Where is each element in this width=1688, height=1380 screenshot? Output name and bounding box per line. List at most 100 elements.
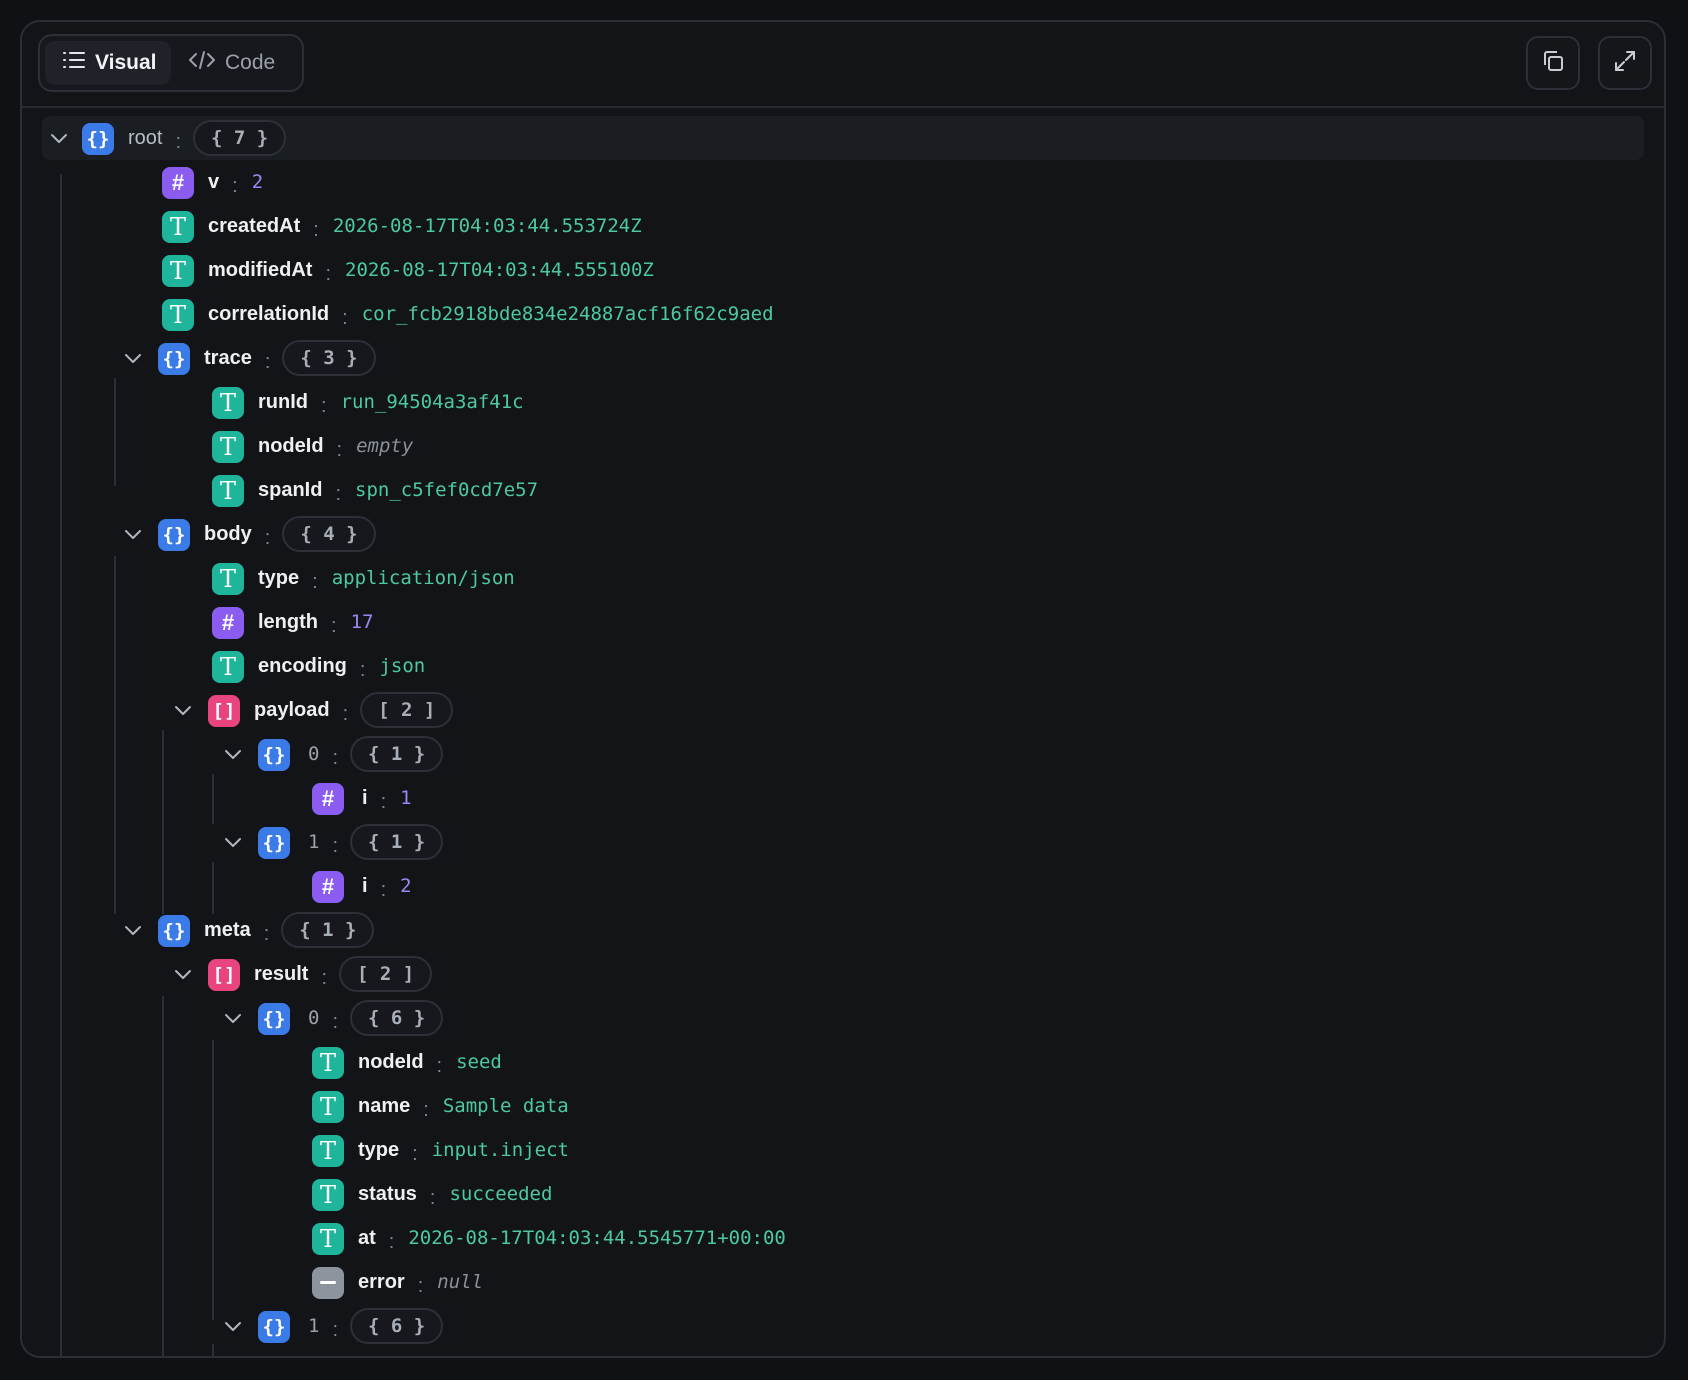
child-count-badge: { 3 } [282, 340, 376, 376]
json-tree: {} root : { 7 } # v : 2 T createdAt : 20… [22, 116, 1664, 1356]
node-key: status [358, 1182, 417, 1205]
tree-node-i[interactable]: # i : 1 [22, 776, 1664, 820]
chevron-down-icon[interactable] [122, 919, 144, 941]
tree-node-modifiedAt[interactable]: T modifiedAt : 2026-08-17T04:03:44.55510… [22, 248, 1664, 292]
string-icon: T [212, 431, 244, 463]
node-value: 2 [400, 875, 412, 897]
tree-node-result-1[interactable]: {} 1 : { 6 } [22, 1304, 1664, 1348]
visual-tab[interactable]: Visual [45, 41, 171, 85]
string-icon: T [312, 1091, 344, 1123]
string-icon: T [312, 1223, 344, 1255]
tree-node-i[interactable]: # i : 2 [22, 864, 1664, 908]
node-key: 1 [308, 1315, 320, 1337]
array-icon: [] [208, 695, 240, 727]
node-key: createdAt [208, 214, 301, 237]
tree-node-at[interactable]: T at : 2026-08-17T04:03:44.5545771+00:00 [22, 1216, 1664, 1260]
child-count-badge: { 1 } [350, 824, 444, 860]
node-key: type [358, 1138, 400, 1161]
number-icon: # [212, 607, 244, 639]
tree-node-error[interactable]: error : null [22, 1260, 1664, 1304]
node-key: v [208, 170, 220, 193]
tree-node-encoding[interactable]: T encoding : json [22, 644, 1664, 688]
tree-node-type[interactable]: T type : application/json [22, 556, 1664, 600]
child-count-badge: [ 2 ] [339, 956, 433, 992]
node-value: cor_fcb2918bde834e24887acf16f62c9aed [361, 303, 774, 325]
object-icon: {} [258, 1311, 290, 1343]
json-viewer-panel: Visual Code {} root: {7} # v: 2 T cr… [20, 20, 1666, 1358]
node-key: meta [204, 918, 251, 941]
tree-node-result-0[interactable]: {} 0 : { 6 } [22, 996, 1664, 1040]
tree-node-length[interactable]: # length : 17 [22, 600, 1664, 644]
tree-node-nodeId[interactable]: T nodeId : empty [22, 424, 1664, 468]
tree-node-payload-0[interactable]: {} 0 : { 1 } [22, 732, 1664, 776]
chevron-down-icon[interactable] [222, 1007, 244, 1029]
node-value: succeeded [449, 1183, 553, 1205]
tree-node-runId[interactable]: T runId : run_94504a3af41c [22, 380, 1664, 424]
tree-node-correlationId[interactable]: T correlationId : cor_fcb2918bde834e2488… [22, 292, 1664, 336]
tree-node-name[interactable]: T name : Sample data [22, 1084, 1664, 1128]
node-value: empty [356, 435, 414, 457]
tree-node-result[interactable]: [] result : [ 2 ] [22, 952, 1664, 996]
child-count-badge: { 4 } [282, 516, 376, 552]
node-value: spn_c5fef0cd7e57 [355, 479, 539, 501]
node-value: null [437, 1271, 484, 1293]
tree-node-payload-1[interactable]: {} 1 : { 1 } [22, 820, 1664, 864]
null-icon [312, 1267, 344, 1299]
object-icon: {} [258, 739, 290, 771]
child-count-badge: [ 2 ] [360, 692, 454, 728]
tree-node-payload[interactable]: [] payload : [ 2 ] [22, 688, 1664, 732]
expand-icon [1613, 49, 1637, 78]
chevron-down-icon[interactable] [172, 699, 194, 721]
string-icon: T [162, 211, 194, 243]
chevron-down-icon[interactable] [222, 743, 244, 765]
tree-node-type[interactable]: T type : input.inject [22, 1128, 1664, 1172]
chevron-down-icon[interactable] [222, 831, 244, 853]
chevron-down-icon[interactable] [122, 523, 144, 545]
node-value: 1 [400, 787, 412, 809]
chevron-down-icon[interactable] [48, 127, 70, 149]
number-icon: # [312, 871, 344, 903]
node-key: name [358, 1094, 411, 1117]
string-icon: T [312, 1135, 344, 1167]
code-tab[interactable]: Code [177, 41, 297, 85]
node-key: correlationId [208, 302, 330, 325]
chevron-down-icon[interactable] [222, 1315, 244, 1337]
tree-node-status[interactable]: T status : succeeded [22, 1172, 1664, 1216]
tree-node-nodeId[interactable]: T nodeId : seed [22, 1040, 1664, 1084]
chevron-down-icon[interactable] [172, 963, 194, 985]
tree-node-spanId[interactable]: T spanId : spn_c5fef0cd7e57 [22, 468, 1664, 512]
node-key: 0 [308, 743, 320, 765]
tree-node-meta[interactable]: {} meta : { 1 } [22, 908, 1664, 952]
node-key: root [128, 126, 163, 149]
string-icon: T [212, 387, 244, 419]
chevron-down-icon[interactable] [122, 347, 144, 369]
array-icon: [] [208, 959, 240, 991]
tree-node-trace[interactable]: {} trace : { 3 } [22, 336, 1664, 380]
node-key: payload [254, 698, 330, 721]
string-icon: T [162, 255, 194, 287]
node-value: 2 [251, 171, 264, 193]
node-key: encoding [258, 654, 347, 677]
child-count-badge: { 7 } [193, 120, 287, 156]
child-count-badge: { 1 } [281, 912, 375, 948]
node-value: 2026-08-17T04:03:44.5545771+00:00 [408, 1227, 786, 1249]
node-value: 2026-08-17T04:03:44.555100Z [345, 259, 654, 281]
tree-node-root[interactable]: {} root : { 7 } [42, 116, 1644, 160]
node-key: trace [204, 346, 252, 369]
visual-tab-label: Visual [95, 51, 157, 74]
view-mode-toggle: Visual Code [38, 34, 304, 92]
list-icon [63, 51, 85, 75]
copy-icon [1541, 49, 1565, 78]
string-icon: T [312, 1179, 344, 1211]
node-key: nodeId [358, 1050, 424, 1073]
node-key: length [258, 610, 318, 633]
tree-node-body[interactable]: {} body : { 4 } [22, 512, 1664, 556]
string-icon: T [162, 299, 194, 331]
tree-node-createdAt[interactable]: T createdAt : 2026-08-17T04:03:44.553724… [22, 204, 1664, 248]
node-key: 0 [308, 1007, 320, 1029]
expand-button[interactable] [1598, 36, 1652, 90]
node-key: at [358, 1226, 376, 1249]
child-count-badge: { 1 } [350, 736, 444, 772]
tree-node-v[interactable]: # v : 2 [22, 160, 1664, 204]
copy-button[interactable] [1526, 36, 1580, 90]
